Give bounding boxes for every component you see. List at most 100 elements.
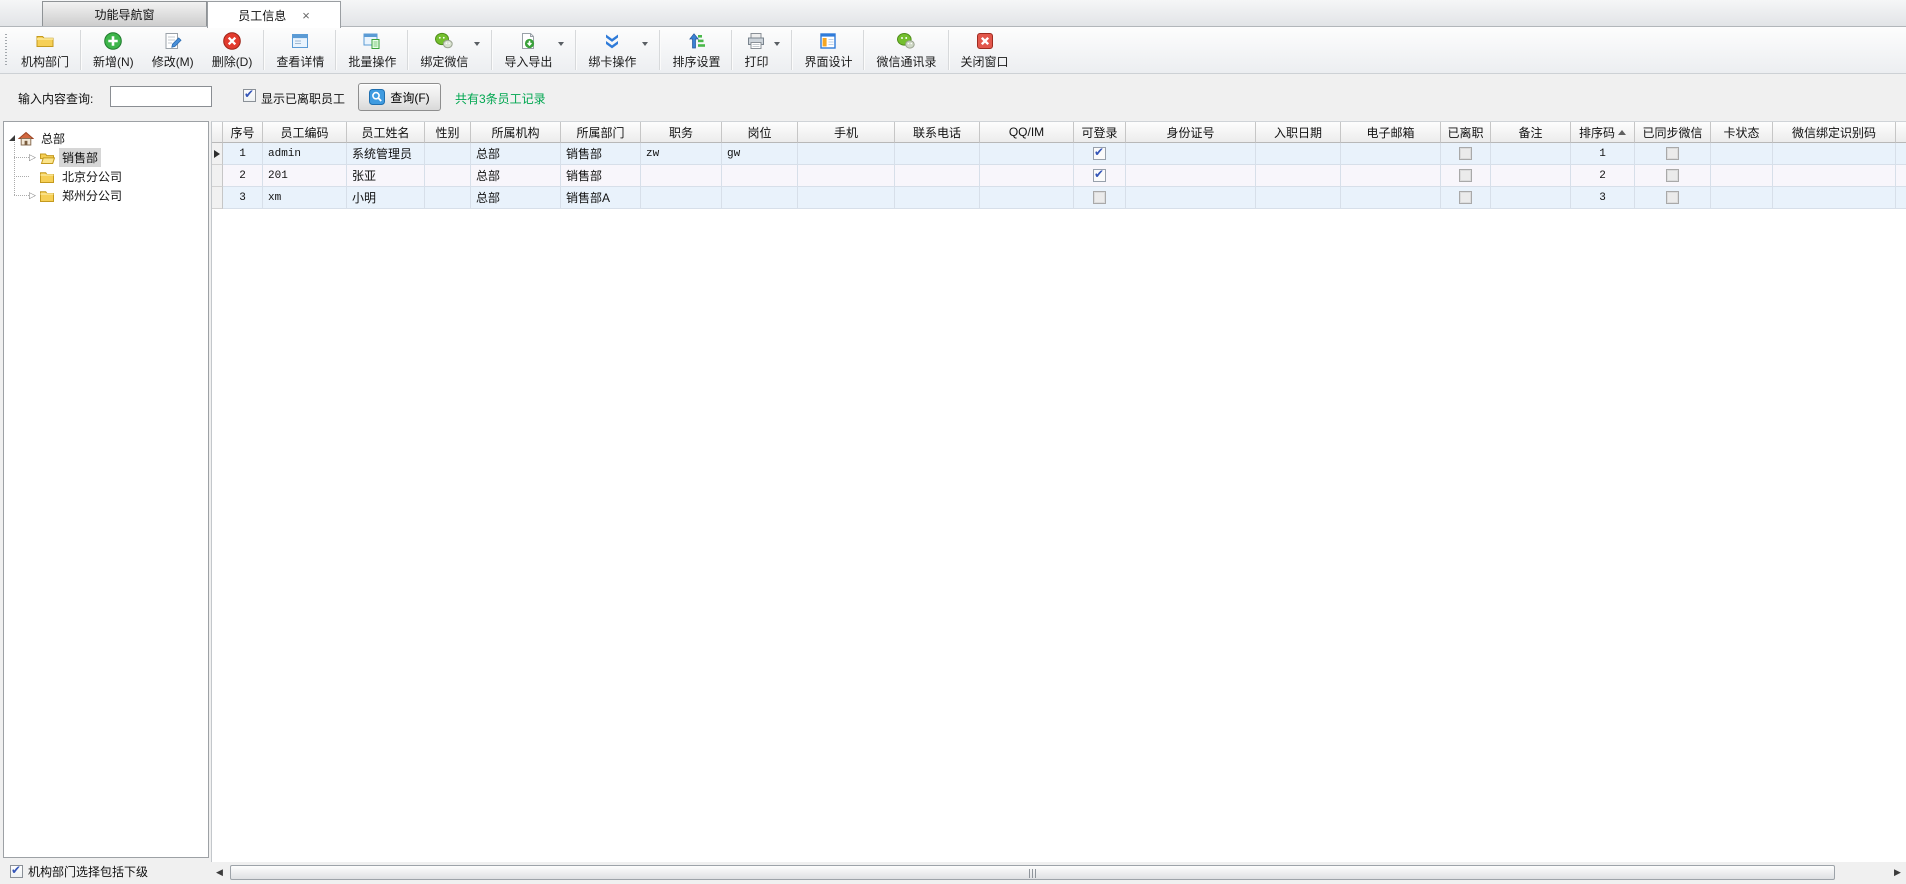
- cell-post[interactable]: [722, 187, 798, 209]
- tree-item-销售部[interactable]: ▷销售部: [28, 148, 101, 167]
- column-header-qq[interactable]: QQ/IM: [980, 122, 1074, 143]
- scroll-right-arrow-icon[interactable]: ▶: [1889, 864, 1906, 881]
- cell-checkbox-wechat_synced[interactable]: [1666, 147, 1679, 160]
- cell-hire_date[interactable]: [1256, 143, 1341, 165]
- cell-checkbox-wechat_synced[interactable]: [1666, 169, 1679, 182]
- cell-resigned[interactable]: [1441, 143, 1491, 165]
- cell-code[interactable]: xm: [263, 187, 347, 209]
- cell-name[interactable]: 小明: [347, 187, 425, 209]
- cell-mobile[interactable]: [798, 143, 895, 165]
- tree-item-郑州分公司[interactable]: ▷郑州分公司: [28, 186, 125, 205]
- cell-checkbox-can_login[interactable]: [1093, 147, 1106, 160]
- cell-dept[interactable]: 销售部: [561, 165, 641, 187]
- cell-id_card[interactable]: [1126, 143, 1256, 165]
- cell-id_card[interactable]: [1126, 165, 1256, 187]
- column-header-hire_date[interactable]: 入职日期: [1256, 122, 1341, 143]
- column-header-name[interactable]: 员工姓名: [347, 122, 425, 143]
- row-indicator-cell[interactable]: [212, 187, 223, 209]
- cell-phone[interactable]: [895, 143, 980, 165]
- cell-post[interactable]: [722, 165, 798, 187]
- cell-gender[interactable]: [425, 165, 471, 187]
- toolbar-button-打印[interactable]: 打印: [735, 28, 789, 72]
- column-header-email[interactable]: 电子邮箱: [1341, 122, 1441, 143]
- toolbar-button-修改(M)[interactable]: 修改(M): [143, 28, 203, 72]
- cell-position[interactable]: [641, 165, 722, 187]
- toolbar-button-界面设计[interactable]: 界面设计: [795, 28, 861, 72]
- cell-card_status[interactable]: [1711, 165, 1773, 187]
- toolbar-button-绑卡操作[interactable]: 绑卡操作: [579, 28, 657, 72]
- cell-code[interactable]: admin: [263, 143, 347, 165]
- scroll-left-arrow-icon[interactable]: ◀: [211, 864, 228, 881]
- query-button[interactable]: 查询(F): [358, 83, 441, 111]
- cell-card_status[interactable]: [1711, 187, 1773, 209]
- column-header-can_login[interactable]: 可登录: [1074, 122, 1126, 143]
- cell-org[interactable]: 总部: [471, 143, 561, 165]
- cell-post[interactable]: gw: [722, 143, 798, 165]
- cell-email[interactable]: [1341, 143, 1441, 165]
- chevron-down-icon[interactable]: [774, 42, 780, 46]
- cell-qq[interactable]: [980, 143, 1074, 165]
- cell-phone[interactable]: [895, 165, 980, 187]
- toolbar-button-关闭窗口[interactable]: 关闭窗口: [952, 28, 1018, 72]
- column-header-post[interactable]: 岗位: [722, 122, 798, 143]
- toolbar-button-新增(N)[interactable]: 新增(N): [84, 28, 143, 72]
- row-indicator-cell[interactable]: [212, 143, 223, 165]
- cell-sort_code[interactable]: 1: [1571, 143, 1635, 165]
- column-header-sort_code[interactable]: 排序码: [1571, 122, 1635, 143]
- cell-note[interactable]: [1491, 143, 1571, 165]
- column-header-wechat_synced[interactable]: 已同步微信: [1635, 122, 1711, 143]
- cell-extra[interactable]: [1896, 143, 1906, 165]
- column-header-mobile[interactable]: 手机: [798, 122, 895, 143]
- cell-dept[interactable]: 销售部: [561, 143, 641, 165]
- cell-qq[interactable]: [980, 165, 1074, 187]
- toolbar-button-批量操作[interactable]: 批量操作: [339, 28, 405, 72]
- table-row[interactable]: 3xm小明总部销售部A3: [212, 187, 1906, 209]
- search-input[interactable]: [110, 86, 212, 107]
- cell-id_card[interactable]: [1126, 187, 1256, 209]
- column-header-position[interactable]: 职务: [641, 122, 722, 143]
- cell-wechat_bind_id[interactable]: [1773, 187, 1896, 209]
- cell-email[interactable]: [1341, 187, 1441, 209]
- cell-checkbox-can_login[interactable]: [1093, 191, 1106, 204]
- cell-extra[interactable]: [1896, 187, 1906, 209]
- chevron-down-icon[interactable]: [558, 42, 564, 46]
- toolbar-button-绑定微信[interactable]: 绑定微信: [411, 28, 489, 72]
- toolbar-grip[interactable]: [5, 34, 7, 66]
- column-header-org[interactable]: 所属机构: [471, 122, 561, 143]
- include-sublevel-checkbox[interactable]: [10, 865, 23, 878]
- table-row[interactable]: 1admin系统管理员总部销售部zwgw1: [212, 143, 1906, 165]
- column-header-dept[interactable]: 所属部门: [561, 122, 641, 143]
- tree-item-总部[interactable]: 总部: [9, 129, 68, 148]
- toolbar-button-删除(D)[interactable]: 删除(D): [203, 28, 262, 72]
- cell-name[interactable]: 张亚: [347, 165, 425, 187]
- cell-mobile[interactable]: [798, 187, 895, 209]
- cell-position[interactable]: [641, 187, 722, 209]
- cell-checkbox-wechat_synced[interactable]: [1666, 191, 1679, 204]
- cell-seq[interactable]: 3: [223, 187, 263, 209]
- row-indicator-cell[interactable]: [212, 165, 223, 187]
- tab-function-navigator[interactable]: 功能导航窗: [42, 1, 207, 26]
- cell-checkbox-can_login[interactable]: [1093, 169, 1106, 182]
- toolbar-button-机构部门[interactable]: 机构部门: [12, 28, 78, 72]
- show-resigned-checkbox[interactable]: [243, 89, 256, 102]
- cell-gender[interactable]: [425, 187, 471, 209]
- cell-org[interactable]: 总部: [471, 187, 561, 209]
- chevron-down-icon[interactable]: [642, 42, 648, 46]
- cell-card_status[interactable]: [1711, 143, 1773, 165]
- column-header-id_card[interactable]: 身份证号: [1126, 122, 1256, 143]
- cell-name[interactable]: 系统管理员: [347, 143, 425, 165]
- close-tab-icon[interactable]: ×: [302, 9, 310, 22]
- column-header-gender[interactable]: 性别: [425, 122, 471, 143]
- cell-mobile[interactable]: [798, 165, 895, 187]
- cell-gender[interactable]: [425, 143, 471, 165]
- cell-checkbox-resigned[interactable]: [1459, 169, 1472, 182]
- cell-seq[interactable]: 1: [223, 143, 263, 165]
- toolbar-button-导入导出[interactable]: 导入导出: [495, 28, 573, 72]
- cell-email[interactable]: [1341, 165, 1441, 187]
- cell-seq[interactable]: 2: [223, 165, 263, 187]
- column-header-extra[interactable]: 配: [1896, 122, 1906, 143]
- cell-sort_code[interactable]: 3: [1571, 187, 1635, 209]
- table-row[interactable]: 2201张亚总部销售部2: [212, 165, 1906, 187]
- column-header-phone[interactable]: 联系电话: [895, 122, 980, 143]
- cell-position[interactable]: zw: [641, 143, 722, 165]
